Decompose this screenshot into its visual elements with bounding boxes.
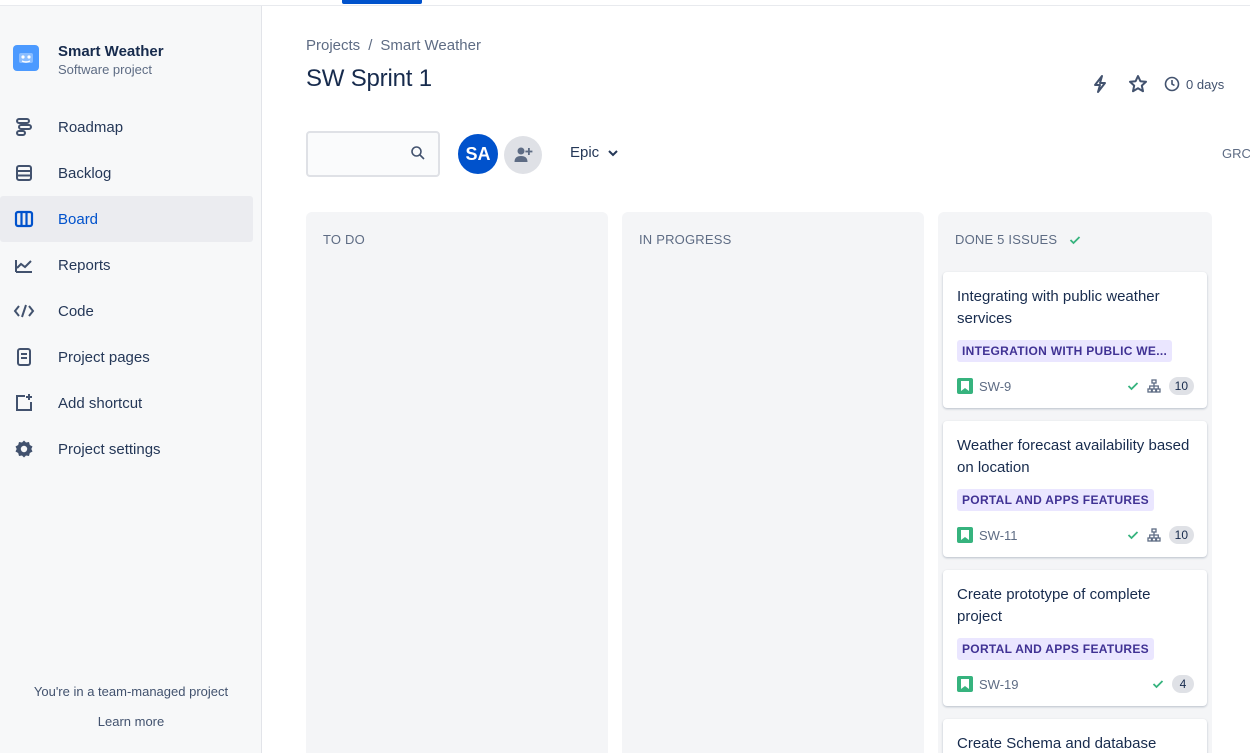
search-icon: [411, 146, 425, 160]
add-people-button[interactable]: [504, 136, 542, 174]
chevron-down-icon: [608, 149, 618, 156]
project-name: Smart Weather: [58, 43, 164, 60]
card-footer: SW-19 4: [957, 674, 1194, 694]
epic-badge: PORTAL AND APPS FEATURES: [957, 638, 1154, 660]
column-title: DONE 5 ISSUES: [955, 232, 1081, 247]
story-points-badge: 10: [1168, 377, 1194, 395]
active-tab-indicator: [342, 0, 422, 4]
sidebar-item-project-settings[interactable]: Project settings: [0, 426, 253, 472]
done-check-icon: [1152, 680, 1164, 689]
column-title: IN PROGRESS: [639, 232, 732, 247]
epic-badge: INTEGRATION WITH PUBLIC WE...: [957, 340, 1173, 362]
epic-badge: PORTAL AND APPS FEATURES: [957, 489, 1154, 511]
project-header[interactable]: Smart Weather Software project: [13, 42, 164, 79]
check-icon: [1070, 235, 1081, 244]
sidebar-item-label: Backlog: [58, 164, 112, 182]
epic-filter-label: Epic: [570, 144, 600, 161]
story-icon: [957, 378, 973, 394]
sidebar-item-label: Project pages: [58, 348, 150, 366]
column-title-text: DONE 5 ISSUES: [955, 232, 1058, 247]
sidebar-item-label: Add shortcut: [58, 394, 143, 412]
sidebar-item-label: Code: [58, 302, 94, 320]
card-footer: SW-11 10: [957, 525, 1194, 545]
card-meta: 10: [1119, 526, 1194, 544]
sprint-days-remaining[interactable]: 0 days: [1164, 76, 1224, 92]
done-check-icon: [1127, 531, 1138, 540]
card-title: Integrating with public weather services: [957, 288, 1160, 327]
issue-card-sw-11[interactable]: Weather forecast availability based on l…: [943, 421, 1207, 557]
roadmap-icon: [13, 116, 35, 138]
star-button[interactable]: [1126, 72, 1150, 96]
automation-button[interactable]: [1088, 72, 1112, 96]
breadcrumb: Projects / Smart Weather: [306, 37, 481, 54]
sidebar: Smart Weather Software project Roadmap B…: [0, 6, 262, 753]
search-input[interactable]: [306, 131, 440, 177]
sidebar-item-reports[interactable]: Reports: [0, 242, 253, 288]
story-icon: [957, 527, 973, 543]
project-type: Software project: [58, 62, 152, 77]
learn-more-link[interactable]: Learn more: [0, 714, 262, 729]
sidebar-item-backlog[interactable]: Backlog: [0, 150, 253, 196]
done-check-icon: [1127, 382, 1138, 391]
sidebar-nav: Roadmap Backlog Board Reports Code Proje…: [0, 104, 262, 472]
sidebar-item-label: Roadmap: [58, 118, 124, 136]
sidebar-item-label: Board: [58, 210, 99, 228]
epic-filter-dropdown[interactable]: Epic: [570, 144, 619, 161]
issue-card-sw-9[interactable]: Integrating with public weather services…: [943, 272, 1207, 408]
column-title: TO DO: [323, 232, 365, 247]
subtasks-icon: [1146, 379, 1161, 393]
column-in-progress: IN PROGRESS: [622, 212, 924, 753]
sidebar-item-project-pages[interactable]: Project pages: [0, 334, 253, 380]
add-shortcut-icon: [13, 392, 35, 414]
star-icon: [1129, 75, 1147, 93]
issue-card-partial[interactable]: Create Schema and database: [943, 719, 1207, 753]
avatar[interactable]: SA: [456, 132, 500, 176]
story-points-badge: 4: [1172, 675, 1194, 693]
card-meta: 10: [1119, 377, 1194, 395]
add-person-icon: [514, 147, 533, 162]
card-title: Weather forecast availability based on l…: [957, 437, 1190, 476]
subtasks-icon: [1146, 528, 1161, 542]
backlog-icon: [13, 162, 35, 184]
sidebar-item-add-shortcut[interactable]: Add shortcut: [0, 380, 253, 426]
days-remaining-label: 0 days: [1186, 76, 1225, 92]
story-points-badge: 10: [1168, 526, 1194, 544]
story-icon: [957, 676, 973, 692]
issue-key[interactable]: SW-19: [979, 677, 1019, 692]
page-title: SW Sprint 1: [306, 65, 432, 92]
column-title-text: TO DO: [323, 232, 365, 247]
card-title: Create prototype of complete project: [957, 586, 1151, 625]
sidebar-item-label: Project settings: [58, 440, 161, 458]
issue-key[interactable]: SW-9: [979, 379, 1011, 394]
group-by-button[interactable]: GRC: [1222, 146, 1250, 161]
team-managed-note: You're in a team-managed project: [33, 684, 229, 699]
reports-icon: [13, 254, 35, 276]
card-footer: SW-9 10: [957, 376, 1194, 396]
column-to-do: TO DO: [306, 212, 608, 753]
settings-gear-icon: [13, 438, 35, 460]
column-done: DONE 5 ISSUES Integrating with public we…: [938, 212, 1212, 753]
sidebar-item-code[interactable]: Code: [0, 288, 253, 334]
column-title-text: IN PROGRESS: [639, 232, 732, 247]
card-title: Create Schema and database: [957, 735, 1157, 752]
breadcrumb-smart-weather[interactable]: Smart Weather: [380, 37, 481, 54]
code-icon: [13, 300, 35, 322]
lightning-icon: [1094, 75, 1106, 93]
breadcrumb-projects[interactable]: Projects: [306, 37, 360, 54]
board-icon: [13, 208, 35, 230]
clock-icon: [1164, 76, 1180, 92]
header-actions: 0 days: [1088, 72, 1224, 96]
card-meta: 4: [1144, 675, 1194, 693]
sidebar-item-board[interactable]: Board: [0, 196, 253, 242]
project-avatar-icon: [13, 45, 39, 71]
breadcrumb-separator: /: [368, 37, 373, 54]
issue-key[interactable]: SW-11: [979, 528, 1018, 543]
project-pages-icon: [13, 346, 35, 368]
sidebar-item-label: Reports: [58, 256, 111, 274]
sidebar-item-roadmap[interactable]: Roadmap: [0, 104, 253, 150]
issue-card-sw-19[interactable]: Create prototype of complete project POR…: [943, 570, 1207, 706]
